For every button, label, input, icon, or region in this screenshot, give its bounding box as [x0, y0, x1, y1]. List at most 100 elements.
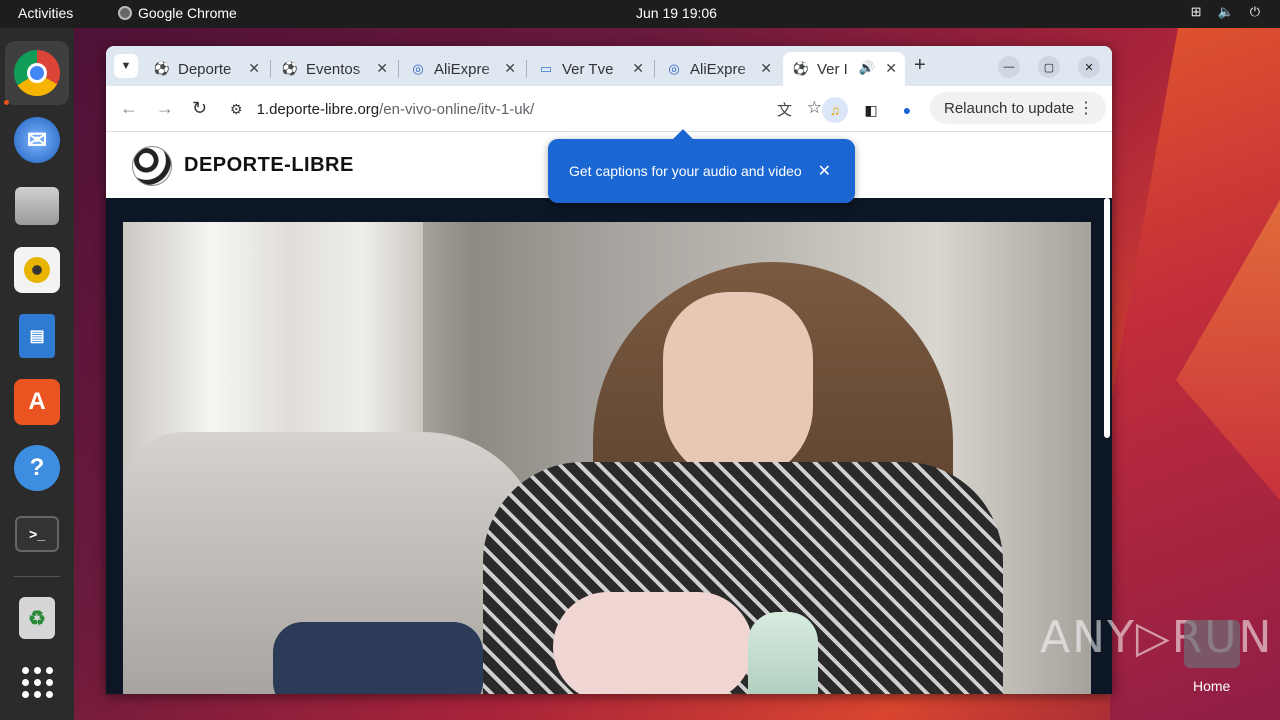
tab-title: Eventos	[306, 60, 361, 78]
dock-writer[interactable]: ▤	[5, 304, 69, 368]
soccer-ball-icon: ⚽	[792, 61, 810, 76]
tab-strip: ▼ ⚽ Deporte ✕ ⚽ Eventos ✕ ◎ AliExpre ✕ ▭…	[106, 46, 1112, 86]
aliexpress-icon: ◎	[412, 61, 424, 76]
forward-button[interactable]: →	[156, 98, 174, 119]
top-bar: Activities Google Chrome Jun 19 19:06 ⊞ …	[0, 0, 1280, 28]
dock-separator	[14, 576, 60, 577]
chrome-window: ▼ ⚽ Deporte ✕ ⚽ Eventos ✕ ◎ AliExpre ✕ ▭…	[106, 46, 1112, 694]
tab-1[interactable]: ⚽ Deporte ✕	[144, 52, 268, 86]
tab-title: Ver I	[817, 60, 848, 78]
site-info-icon[interactable]: ⚙	[230, 101, 243, 118]
tab-separator	[526, 60, 527, 78]
maximize-icon: ▢	[1043, 61, 1055, 74]
new-tab-button[interactable]: +	[914, 54, 926, 77]
popup-text: Get captions for your audio and video	[569, 163, 802, 179]
tab-3[interactable]: ◎ AliExpre ✕	[400, 52, 524, 86]
clock[interactable]: Jun 19 19:06	[636, 5, 717, 21]
tab-separator	[270, 60, 271, 78]
close-tab-icon[interactable]: ✕	[632, 60, 644, 77]
live-caption-popup: Get captions for your audio and video ✕	[548, 129, 855, 203]
minimize-button[interactable]: —	[998, 56, 1020, 78]
page-scrollbar[interactable]	[1104, 198, 1110, 438]
aliexpress-icon: ◎	[668, 61, 680, 76]
tab-4[interactable]: ▭ Ver Tve ✕	[528, 52, 652, 86]
close-tab-icon[interactable]: ✕	[376, 60, 388, 77]
url-host: 1.deporte-libre.org	[256, 100, 380, 118]
volume-icon: 🔈	[1217, 4, 1234, 19]
tab-title: Deporte	[178, 60, 232, 78]
system-tray[interactable]: ⊞ 🔈 ⏻	[1191, 4, 1260, 20]
video-player[interactable]	[123, 222, 1091, 694]
dock-files[interactable]	[5, 174, 69, 238]
site-title[interactable]: DEPORTE-LIBRE	[184, 154, 354, 177]
close-tab-icon[interactable]: ✕	[504, 60, 516, 77]
tab-separator	[398, 60, 399, 78]
side-panel-icon[interactable]: ◧	[858, 97, 884, 123]
app-menu[interactable]: Google Chrome	[118, 5, 237, 21]
dock-rhythmbox[interactable]	[5, 238, 69, 302]
tab-search-button[interactable]: ▼	[114, 54, 138, 78]
app-name: Google Chrome	[138, 5, 237, 21]
home-folder-icon[interactable]	[1184, 620, 1240, 668]
home-label[interactable]: Home	[1193, 678, 1230, 694]
tab-5[interactable]: ◎ AliExpre ✕	[656, 52, 780, 86]
relaunch-button[interactable]: Relaunch to update ⋮	[930, 92, 1106, 124]
translate-icon[interactable]: 文	[777, 99, 792, 120]
dock-trash[interactable]: ♻	[5, 586, 69, 650]
dock-app-grid[interactable]	[5, 650, 69, 714]
speaker-icon[interactable]: 🔊	[859, 60, 875, 76]
chrome-icon	[14, 50, 60, 96]
terminal-icon: >_	[15, 516, 59, 552]
dock-app-center[interactable]: A	[5, 370, 69, 434]
writer-icon: ▤	[19, 314, 55, 358]
soccer-ball-icon: ⚽	[281, 61, 299, 76]
close-tab-icon[interactable]: ✕	[885, 60, 897, 77]
video-frame-baby	[553, 592, 753, 694]
thunderbird-icon: ✉	[14, 117, 60, 163]
bookmark-star-icon[interactable]: ☆	[807, 98, 822, 118]
rhythmbox-icon	[14, 247, 60, 293]
running-indicator	[4, 100, 9, 105]
minimize-icon: —	[1003, 61, 1015, 73]
app-center-icon: A	[14, 379, 60, 425]
activities-button[interactable]: Activities	[18, 5, 73, 21]
tab-title: AliExpre	[690, 60, 746, 78]
site-logo-icon[interactable]	[132, 146, 172, 186]
maximize-button[interactable]: ▢	[1038, 56, 1060, 78]
address-bar[interactable]: ⚙ 1.deporte-libre.org/en-vivo-online/itv…	[224, 93, 822, 125]
tab-title: Ver Tve	[562, 60, 614, 78]
close-icon[interactable]: ✕	[818, 161, 831, 181]
profile-avatar-icon[interactable]: ●	[894, 97, 920, 123]
url-text: 1.deporte-libre.org/en-vivo-online/itv-1…	[257, 101, 535, 118]
video-frame-cushion	[273, 622, 483, 694]
url-path: /en-vivo-online/itv-1-uk/	[379, 100, 535, 118]
files-icon	[15, 187, 59, 225]
relaunch-label: Relaunch to update	[944, 99, 1075, 117]
tab-2[interactable]: ⚽ Eventos ✕	[272, 52, 396, 86]
tab-6-active[interactable]: ⚽ Ver I 🔊 ✕	[783, 52, 905, 86]
web-page: DEPORTE-LIBRE	[106, 132, 1112, 694]
network-icon: ⊞	[1190, 4, 1202, 19]
close-tab-icon[interactable]: ✕	[248, 60, 260, 77]
reload-button[interactable]: ↻	[192, 98, 207, 119]
dock: ✉ ▤ A ? >_ ♻	[0, 28, 74, 720]
tab-title: AliExpre	[434, 60, 490, 78]
media-controls-icon[interactable]: ♫	[822, 97, 848, 123]
dock-help[interactable]: ?	[5, 436, 69, 500]
video-frame-face	[663, 292, 813, 482]
app-grid-icon	[21, 666, 53, 698]
dock-terminal[interactable]: >_	[5, 502, 69, 566]
dock-chrome[interactable]	[5, 41, 69, 105]
chrome-small-icon	[118, 6, 132, 20]
back-button[interactable]: ←	[120, 98, 138, 119]
help-icon: ?	[14, 445, 60, 491]
browser-toolbar: ← → ↻ ⚙ 1.deporte-libre.org/en-vivo-onli…	[106, 86, 1112, 132]
soccer-ball-icon: ⚽	[153, 61, 171, 76]
video-frame-bottle	[748, 612, 818, 694]
close-icon: ✕	[1084, 61, 1094, 74]
tv-icon: ▭	[539, 61, 553, 76]
more-menu-icon[interactable]: ⋮	[1078, 98, 1094, 118]
dock-thunderbird[interactable]: ✉	[5, 108, 69, 172]
close-window-button[interactable]: ✕	[1078, 56, 1100, 78]
close-tab-icon[interactable]: ✕	[760, 60, 772, 77]
